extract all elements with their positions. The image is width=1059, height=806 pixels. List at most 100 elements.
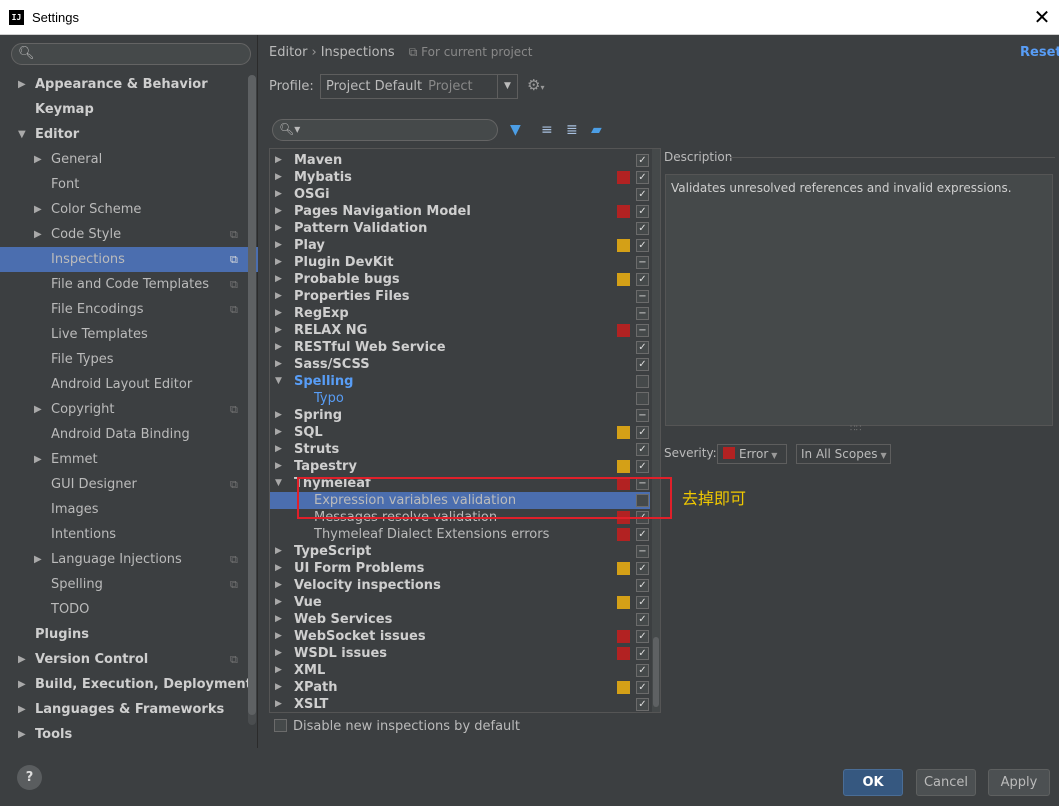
sidebar-item-copyright[interactable]: ▶ Copyright ⧉ (0, 397, 258, 422)
chevron-right-icon[interactable]: ▶ (18, 72, 26, 97)
sidebar-item-code-style[interactable]: ▶ Code Style ⧉ (0, 222, 258, 247)
inspection-row-probable-bugs[interactable]: ▶ Probable bugs ✓ (270, 271, 650, 288)
inspection-row-xslt[interactable]: ▶ XSLT ✓ (270, 696, 650, 712)
chevron-right-icon[interactable]: ▶ (34, 147, 42, 172)
inspection-enabled-checkbox[interactable]: − (636, 324, 649, 337)
ok-button[interactable]: OK (843, 769, 903, 796)
inspection-enabled-checkbox[interactable]: − (636, 307, 649, 320)
chevron-right-icon[interactable]: ▶ (275, 458, 282, 475)
inspection-enabled-checkbox[interactable]: ✓ (636, 443, 649, 456)
inspection-enabled-checkbox[interactable]: − (636, 409, 649, 422)
chevron-right-icon[interactable]: ▶ (275, 407, 282, 424)
reset-link[interactable]: Reset (1020, 45, 1059, 60)
chevron-right-icon[interactable]: ▶ (34, 447, 42, 472)
cancel-button[interactable]: Cancel (916, 769, 976, 796)
inspection-enabled-checkbox[interactable]: ✓ (636, 239, 649, 252)
inspection-row-velocity-inspections[interactable]: ▶ Velocity inspections ✓ (270, 577, 650, 594)
inspection-enabled-checkbox[interactable]: ✓ (636, 562, 649, 575)
inspection-row-spelling[interactable]: ▼ Spelling (270, 373, 650, 390)
inspection-row-wsdl-issues[interactable]: ▶ WSDL issues ✓ (270, 645, 650, 662)
inspection-row-mybatis[interactable]: ▶ Mybatis ✓ (270, 169, 650, 186)
chevron-right-icon[interactable]: ▶ (275, 441, 282, 458)
settings-search-input[interactable]: 🔍︎ (11, 43, 251, 65)
inspection-row-websocket-issues[interactable]: ▶ WebSocket issues ✓ (270, 628, 650, 645)
sidebar-item-language-injections[interactable]: ▶ Language Injections ⧉ (0, 547, 258, 572)
inspection-enabled-checkbox[interactable]: − (636, 256, 649, 269)
inspection-row-typescript[interactable]: ▶ TypeScript − (270, 543, 650, 560)
inspection-enabled-checkbox[interactable]: ✓ (636, 341, 649, 354)
reset-to-defaults-icon[interactable]: ▰ (591, 122, 602, 138)
chevron-right-icon[interactable]: ▶ (275, 288, 282, 305)
chevron-down-icon[interactable]: ▼ (18, 122, 26, 147)
inspection-row-relax-ng[interactable]: ▶ RELAX NG − (270, 322, 650, 339)
chevron-right-icon[interactable]: ▶ (275, 186, 282, 203)
inspection-row-typo[interactable]: Typo (270, 390, 650, 407)
sidebar-item-editor[interactable]: ▼ Editor (0, 122, 258, 147)
inspection-row-maven[interactable]: ▶ Maven ✓ (270, 152, 650, 169)
scope-dropdown[interactable]: In All Scopes ▼ (796, 444, 891, 464)
disable-new-inspections-checkbox[interactable] (274, 719, 287, 732)
inspection-enabled-checkbox[interactable]: ✓ (636, 630, 649, 643)
inspection-enabled-checkbox[interactable]: ✓ (636, 188, 649, 201)
inspection-enabled-checkbox[interactable]: ✓ (636, 205, 649, 218)
chevron-right-icon[interactable]: ▶ (34, 197, 42, 222)
chevron-right-icon[interactable]: ▶ (275, 339, 282, 356)
chevron-right-icon[interactable]: ▶ (18, 672, 26, 697)
chevron-right-icon[interactable]: ▶ (275, 322, 282, 339)
chevron-right-icon[interactable]: ▶ (275, 560, 282, 577)
resize-grip-icon[interactable]: ∷∷ (850, 424, 861, 434)
chevron-right-icon[interactable]: ▶ (34, 547, 42, 572)
chevron-right-icon[interactable]: ▶ (275, 543, 282, 560)
inspection-row-xml[interactable]: ▶ XML ✓ (270, 662, 650, 679)
close-icon[interactable]: ✕ (1029, 4, 1055, 30)
sidebar-item-file-types[interactable]: File Types (0, 347, 258, 372)
chevron-right-icon[interactable]: ▶ (275, 679, 282, 696)
chevron-right-icon[interactable]: ▶ (275, 271, 282, 288)
inspection-row-ui-form-problems[interactable]: ▶ UI Form Problems ✓ (270, 560, 650, 577)
tree-scrollbar-thumb[interactable] (653, 637, 659, 707)
inspection-enabled-checkbox[interactable]: ✓ (636, 358, 649, 371)
inspection-row-restful-web-service[interactable]: ▶ RESTful Web Service ✓ (270, 339, 650, 356)
sidebar-item-version-control[interactable]: ▶ Version Control ⧉ (0, 647, 258, 672)
inspection-enabled-checkbox[interactable]: ✓ (636, 596, 649, 609)
inspection-row-sql[interactable]: ▶ SQL ✓ (270, 424, 650, 441)
inspection-row-osgi[interactable]: ▶ OSGi ✓ (270, 186, 650, 203)
sidebar-item-images[interactable]: Images (0, 497, 258, 522)
sidebar-item-emmet[interactable]: ▶ Emmet (0, 447, 258, 472)
chevron-right-icon[interactable]: ▶ (18, 647, 26, 672)
chevron-right-icon[interactable]: ▶ (275, 305, 282, 322)
chevron-right-icon[interactable]: ▶ (275, 611, 282, 628)
chevron-right-icon[interactable]: ▶ (275, 628, 282, 645)
sidebar-item-build-execution-deployment[interactable]: ▶ Build, Execution, Deployment (0, 672, 258, 697)
inspection-enabled-checkbox[interactable]: ✓ (636, 698, 649, 711)
chevron-right-icon[interactable]: ▶ (275, 424, 282, 441)
inspection-row-sass-scss[interactable]: ▶ Sass/SCSS ✓ (270, 356, 650, 373)
sidebar-item-appearance-behavior[interactable]: ▶ Appearance & Behavior (0, 72, 258, 97)
chevron-down-icon[interactable]: ▼ (275, 373, 282, 390)
inspection-enabled-checkbox[interactable]: ✓ (636, 154, 649, 167)
gear-icon[interactable]: ⚙▾ (527, 76, 544, 94)
inspection-row-pages-navigation-model[interactable]: ▶ Pages Navigation Model ✓ (270, 203, 650, 220)
inspection-row-plugin-devkit[interactable]: ▶ Plugin DevKit − (270, 254, 650, 271)
inspection-enabled-checkbox[interactable]: ✓ (636, 273, 649, 286)
filter-icon[interactable]: ▼ (510, 122, 521, 138)
collapse-all-icon[interactable]: ≣ (566, 122, 578, 138)
sidebar-item-keymap[interactable]: Keymap (0, 97, 258, 122)
chevron-right-icon[interactable]: ▶ (34, 397, 42, 422)
inspection-row-properties-files[interactable]: ▶ Properties Files − (270, 288, 650, 305)
inspection-enabled-checkbox[interactable]: ✓ (636, 171, 649, 184)
chevron-right-icon[interactable]: ▶ (275, 152, 282, 169)
profile-dropdown[interactable]: Project Default Project ▼ (320, 74, 518, 99)
chevron-down-icon[interactable]: ▼ (275, 475, 282, 492)
chevron-right-icon[interactable]: ▶ (275, 220, 282, 237)
inspection-row-vue[interactable]: ▶ Vue ✓ (270, 594, 650, 611)
sidebar-item-file-encodings[interactable]: File Encodings ⧉ (0, 297, 258, 322)
inspection-enabled-checkbox[interactable] (636, 375, 649, 388)
apply-button[interactable]: Apply (988, 769, 1050, 796)
inspection-enabled-checkbox[interactable]: ✓ (636, 664, 649, 677)
chevron-right-icon[interactable]: ▶ (18, 697, 26, 722)
sidebar-item-spelling[interactable]: Spelling ⧉ (0, 572, 258, 597)
chevron-right-icon[interactable]: ▶ (275, 696, 282, 712)
chevron-right-icon[interactable]: ▶ (275, 645, 282, 662)
chevron-right-icon[interactable]: ▶ (275, 254, 282, 271)
